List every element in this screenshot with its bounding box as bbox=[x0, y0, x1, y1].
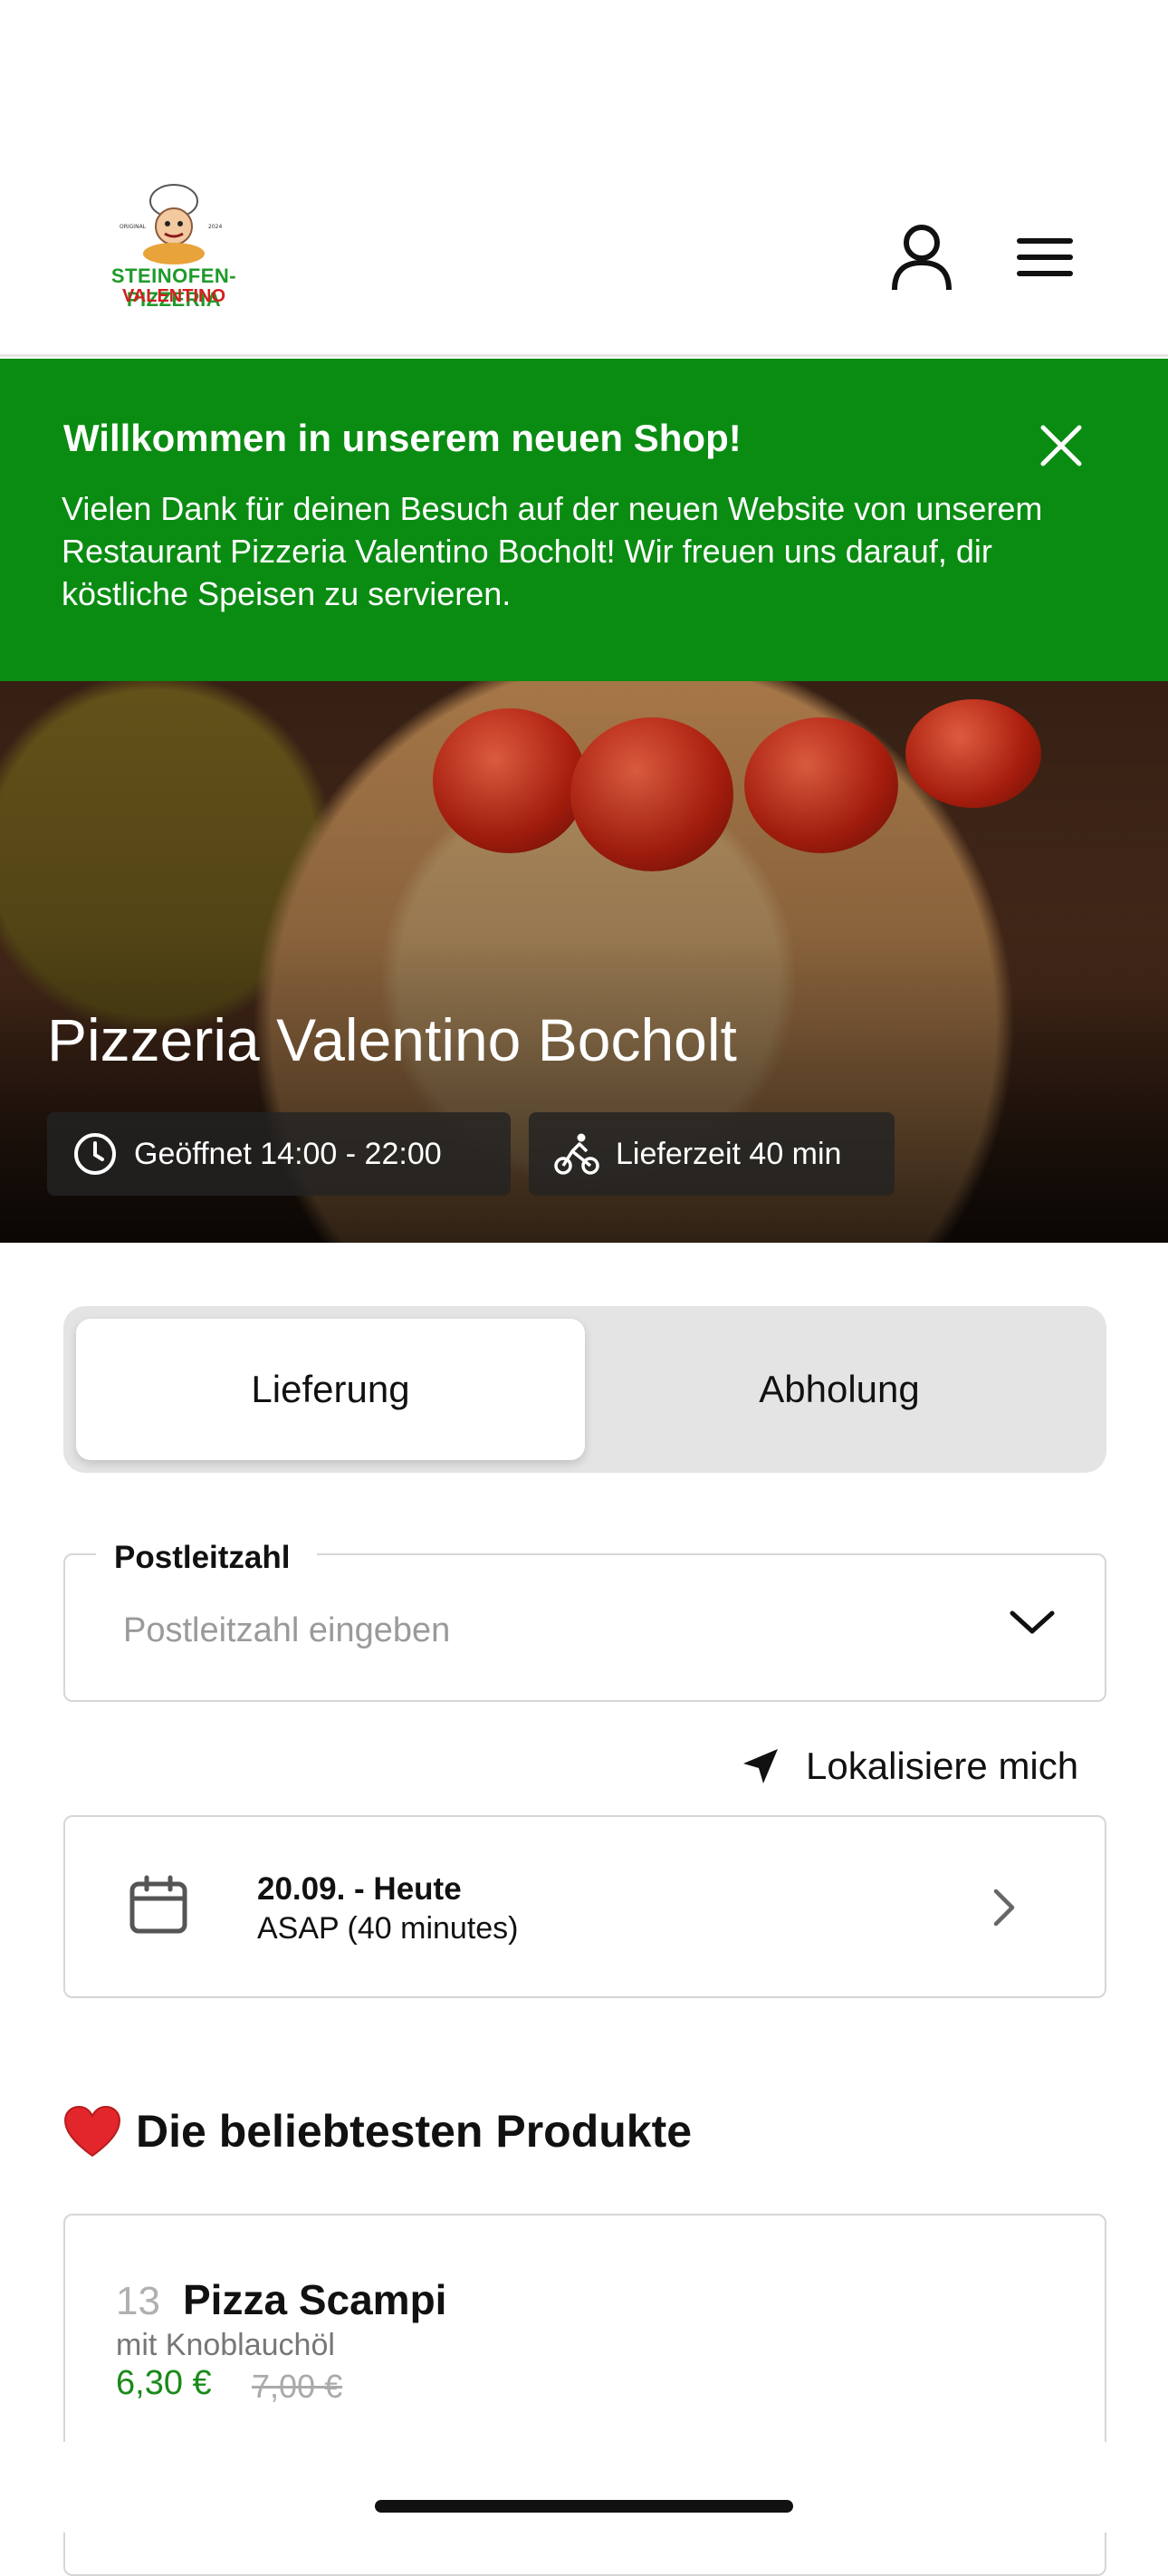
delivery-time-badge: Lieferzeit 40 min bbox=[529, 1112, 895, 1196]
location-arrow-icon bbox=[743, 1749, 778, 1783]
locate-me-label: Lokalisiere mich bbox=[806, 1745, 1079, 1787]
calendar-icon bbox=[129, 1875, 188, 1939]
product-price: 6,30 € bbox=[116, 2364, 212, 2402]
tab-lieferung[interactable]: Lieferung bbox=[76, 1319, 585, 1460]
popular-products-heading: Die beliebtesten Produkte bbox=[63, 2105, 692, 2158]
clock-icon bbox=[74, 1133, 116, 1175]
close-icon[interactable] bbox=[1038, 422, 1085, 474]
home-indicator[interactable] bbox=[375, 2500, 793, 2513]
chevron-down-icon[interactable] bbox=[1007, 1604, 1058, 1645]
svg-text:ORIGINAL: ORIGINAL bbox=[120, 224, 147, 230]
delivery-time-text: Lieferzeit 40 min bbox=[616, 1136, 842, 1171]
site-header: ORIGINAL 2024 STEINOFEN-PIZZERIA VALENTI… bbox=[0, 0, 1168, 357]
product-name: Pizza Scampi bbox=[183, 2276, 447, 2323]
order-type-toggle: Lieferung Abholung bbox=[63, 1306, 1106, 1473]
postcode-label: Postleitzahl bbox=[96, 1540, 318, 1576]
banner-title: Willkommen in unserem neuen Shop! bbox=[63, 417, 742, 459]
user-icon[interactable] bbox=[886, 221, 958, 293]
logo-text-line2: VALENTINO bbox=[121, 286, 226, 306]
postcode-placeholder: Postleitzahl eingeben bbox=[123, 1611, 451, 1649]
delivery-date-selector[interactable]: 20.09. - Heute ASAP (40 minutes) bbox=[63, 1815, 1106, 1998]
opening-hours-badge: Geöffnet 14:00 - 22:00 bbox=[47, 1112, 511, 1196]
bike-courier-icon bbox=[554, 1133, 599, 1175]
chef-logo-icon: ORIGINAL 2024 bbox=[120, 184, 222, 264]
product-description: mit Knoblauchöl bbox=[116, 2328, 335, 2362]
opening-hours-text: Geöffnet 14:00 - 22:00 bbox=[134, 1136, 442, 1171]
bottom-safe-area bbox=[0, 2442, 1168, 2533]
product-old-price: 7,00 € bbox=[252, 2368, 343, 2405]
hero-image: Pizzeria Valentino Bocholt Geöffnet 14:0… bbox=[0, 681, 1168, 1243]
popular-products-title: Die beliebtesten Produkte bbox=[136, 2106, 693, 2157]
restaurant-name: Pizzeria Valentino Bocholt bbox=[47, 1006, 737, 1073]
heart-icon bbox=[63, 2105, 121, 2158]
selected-date: 20.09. - Heute bbox=[257, 1871, 462, 1907]
tab-abholung[interactable]: Abholung bbox=[585, 1319, 1094, 1460]
restaurant-logo[interactable]: ORIGINAL 2024 STEINOFEN-PIZZERIA VALENTI… bbox=[65, 181, 282, 317]
selected-time: ASAP (40 minutes) bbox=[257, 1911, 519, 1946]
banner-text: Vielen Dank für deinen Besuch auf der ne… bbox=[62, 490, 1043, 612]
chevron-right-icon bbox=[989, 1886, 1020, 1934]
hamburger-menu-icon[interactable] bbox=[1009, 221, 1081, 293]
welcome-banner: Willkommen in unserem neuen Shop! Vielen… bbox=[0, 359, 1168, 681]
svg-text:2024: 2024 bbox=[208, 224, 222, 230]
product-number: 13 bbox=[116, 2279, 160, 2323]
locate-me-button[interactable]: Lokalisiere mich bbox=[741, 1745, 1078, 1788]
